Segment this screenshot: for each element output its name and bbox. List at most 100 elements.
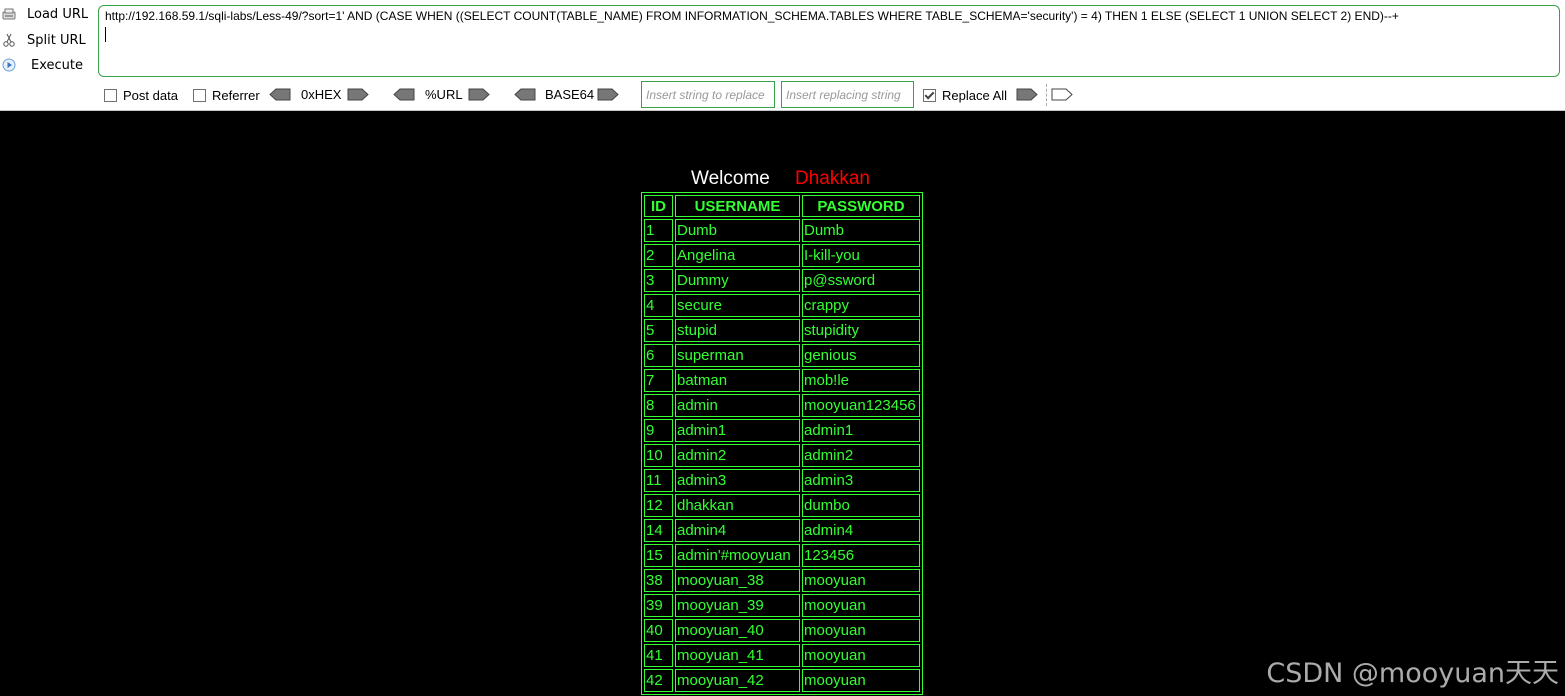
- hackbar-toolbar: Load URL Split URL Execute http://192.16…: [0, 0, 1565, 111]
- cell-id: 10: [644, 444, 673, 467]
- url-encode-arrow-icon[interactable]: [468, 88, 490, 101]
- header-username: USERNAME: [675, 195, 800, 217]
- table-row: 2 Angelina I-kill-you: [644, 244, 920, 267]
- table-row: 10 admin2 admin2: [644, 444, 920, 467]
- post-data-box[interactable]: [104, 89, 117, 102]
- table-row: 41 mooyuan_41 mooyuan: [644, 644, 920, 667]
- execute-button[interactable]: Execute: [0, 54, 95, 78]
- referrer-label: Referrer: [212, 88, 260, 103]
- load-url-button[interactable]: Load URL: [0, 3, 95, 27]
- cell-password: I-kill-you: [802, 244, 920, 267]
- replace-arrow-icon[interactable]: [1016, 88, 1038, 101]
- cell-username: stupid: [675, 319, 800, 342]
- cell-password: admin2: [802, 444, 920, 467]
- cell-id: 38: [644, 569, 673, 592]
- referrer-box[interactable]: [193, 89, 206, 102]
- header-password: PASSWORD: [802, 195, 920, 217]
- cell-password: mooyuan: [802, 669, 920, 692]
- cell-id: 39: [644, 594, 673, 617]
- cell-username: batman: [675, 369, 800, 392]
- cell-password: mooyuan: [802, 594, 920, 617]
- base64-decode-arrow-icon[interactable]: [514, 88, 536, 101]
- split-url-button[interactable]: Split URL: [0, 29, 95, 53]
- cell-password: admin3: [802, 469, 920, 492]
- table-row: 8 admin mooyuan123456: [644, 394, 920, 417]
- welcome-word: Welcome: [691, 168, 770, 189]
- cell-id: 2: [644, 244, 673, 267]
- cell-id: 5: [644, 319, 673, 342]
- cell-username: mooyuan_41: [675, 644, 800, 667]
- table-row: 6 superman genious: [644, 344, 920, 367]
- url-decode-arrow-icon[interactable]: [393, 88, 415, 101]
- split-url-label: Split URL: [27, 33, 86, 48]
- table-row: 7 batman mob!le: [644, 369, 920, 392]
- watermark: CSDN @mooyuan天天: [1266, 658, 1559, 689]
- table-row: 4 secure crappy: [644, 294, 920, 317]
- cell-id: 42: [644, 669, 673, 692]
- extra-arrow-icon[interactable]: [1051, 88, 1073, 101]
- cell-password: mooyuan123456: [802, 394, 920, 417]
- cell-password: admin4: [802, 519, 920, 542]
- replace-all-label: Replace All: [942, 88, 1008, 103]
- cell-password: 123456: [802, 544, 920, 567]
- table-row: 9 admin1 admin1: [644, 419, 920, 442]
- users-table: ID USERNAME PASSWORD 1 Dumb Dumb 2 Angelina I…: [641, 192, 923, 695]
- url-enc-label: %URL: [425, 87, 463, 102]
- base64-label: BASE64: [545, 87, 595, 102]
- hex-encode-arrow-icon[interactable]: [347, 88, 369, 101]
- table-row: 12 dhakkan dumbo: [644, 494, 920, 517]
- cell-password: mooyuan: [802, 569, 920, 592]
- cell-password: Dumb: [802, 219, 920, 242]
- cell-password: p@ssword: [802, 269, 920, 292]
- table-row: 42 mooyuan_42 mooyuan: [644, 669, 920, 692]
- header-id: ID: [644, 195, 673, 217]
- execute-label: Execute: [31, 58, 83, 73]
- cell-password: genious: [802, 344, 920, 367]
- table-row: 40 mooyuan_40 mooyuan: [644, 619, 920, 642]
- load-url-icon: [2, 8, 16, 20]
- play-icon: [2, 58, 16, 72]
- cell-id: 40: [644, 619, 673, 642]
- table-row: 3 Dummy p@ssword: [644, 269, 920, 292]
- cell-username: Dummy: [675, 269, 800, 292]
- cell-username: mooyuan_42: [675, 669, 800, 692]
- cell-id: 9: [644, 419, 673, 442]
- hex-decode-arrow-icon[interactable]: [269, 88, 291, 101]
- text-caret: [105, 27, 106, 42]
- replace-find-input[interactable]: Insert string to replace: [641, 81, 775, 108]
- toolbar-separator: [1046, 84, 1047, 106]
- cell-password: mob!le: [802, 369, 920, 392]
- cell-username: admin4: [675, 519, 800, 542]
- load-url-label: Load URL: [27, 7, 89, 22]
- replace-all-box[interactable]: [923, 89, 936, 102]
- cell-id: 1: [644, 219, 673, 242]
- cell-username: admin2: [675, 444, 800, 467]
- url-textarea[interactable]: http://192.168.59.1/sqli-labs/Less-49/?s…: [98, 5, 1560, 77]
- table-header-row: ID USERNAME PASSWORD: [644, 195, 920, 217]
- cell-id: 15: [644, 544, 673, 567]
- table-row: 11 admin3 admin3: [644, 469, 920, 492]
- table-row: 5 stupid stupidity: [644, 319, 920, 342]
- cell-id: 7: [644, 369, 673, 392]
- cell-username: mooyuan_38: [675, 569, 800, 592]
- table-row: 38 mooyuan_38 mooyuan: [644, 569, 920, 592]
- cell-id: 3: [644, 269, 673, 292]
- cell-username: mooyuan_39: [675, 594, 800, 617]
- cell-password: crappy: [802, 294, 920, 317]
- cell-password: stupidity: [802, 319, 920, 342]
- cell-username: admin3: [675, 469, 800, 492]
- cell-username: admin: [675, 394, 800, 417]
- cell-username: secure: [675, 294, 800, 317]
- base64-encode-arrow-icon[interactable]: [597, 88, 619, 101]
- cell-username: admin'#mooyuan: [675, 544, 800, 567]
- cell-password: mooyuan: [802, 644, 920, 667]
- cell-password: dumbo: [802, 494, 920, 517]
- cell-username: Dumb: [675, 219, 800, 242]
- cell-id: 12: [644, 494, 673, 517]
- cell-id: 11: [644, 469, 673, 492]
- replace-with-input[interactable]: Insert replacing string: [781, 81, 914, 108]
- cell-password: admin1: [802, 419, 920, 442]
- cell-username: mooyuan_40: [675, 619, 800, 642]
- cell-username: admin1: [675, 419, 800, 442]
- scissors-icon: [3, 33, 15, 47]
